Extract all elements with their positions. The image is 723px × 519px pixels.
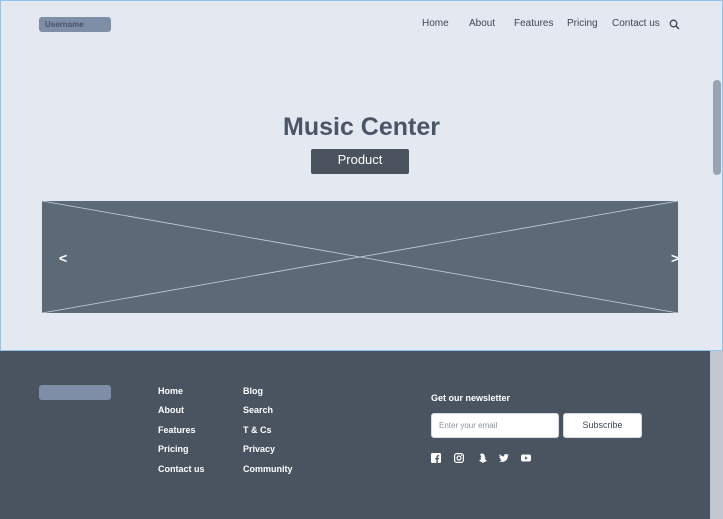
instagram-icon[interactable] [454, 453, 464, 463]
nav-about[interactable]: About [469, 17, 495, 31]
carousel-prev-arrow[interactable]: < [59, 251, 67, 265]
nav-home[interactable]: Home [422, 17, 449, 31]
footer-link-pricing[interactable]: Pricing [158, 443, 189, 455]
footer-link-contact-us[interactable]: Contact us [158, 463, 205, 475]
footer-link-home[interactable]: Home [158, 385, 183, 397]
subscribe-button[interactable]: Subscribe [563, 413, 642, 438]
footer-link-community[interactable]: Community [243, 463, 293, 475]
search-icon[interactable] [669, 19, 680, 30]
nav-pricing[interactable]: Pricing [567, 17, 598, 31]
footer-link-terms[interactable]: T & Cs [243, 424, 272, 436]
newsletter-heading: Get our newsletter [431, 393, 511, 403]
product-button[interactable]: Product [311, 149, 409, 174]
nav-features[interactable]: Features [514, 17, 553, 31]
footer-link-search[interactable]: Search [243, 404, 273, 416]
carousel-next-arrow[interactable]: > [671, 251, 678, 265]
image-placeholder-icon [42, 201, 678, 313]
page-title: Music Center [283, 113, 440, 141]
footer: Home About Features Pricing Contact us B… [0, 351, 710, 519]
footer-logo[interactable] [39, 385, 111, 400]
footer-link-privacy[interactable]: Privacy [243, 443, 275, 455]
snapchat-icon[interactable] [477, 453, 487, 463]
footer-side-panel [710, 351, 723, 519]
scrollbar-thumb[interactable] [713, 80, 721, 175]
youtube-icon[interactable] [521, 453, 531, 463]
username-badge[interactable]: Username [39, 17, 111, 32]
facebook-icon[interactable] [431, 453, 441, 463]
email-input[interactable] [431, 413, 559, 438]
footer-link-about[interactable]: About [158, 404, 184, 416]
footer-link-blog[interactable]: Blog [243, 385, 263, 397]
footer-link-features[interactable]: Features [158, 424, 196, 436]
hero-image-carousel: < > [42, 201, 678, 313]
nav-contact-us[interactable]: Contact us [612, 17, 660, 31]
twitter-icon[interactable] [499, 453, 509, 463]
